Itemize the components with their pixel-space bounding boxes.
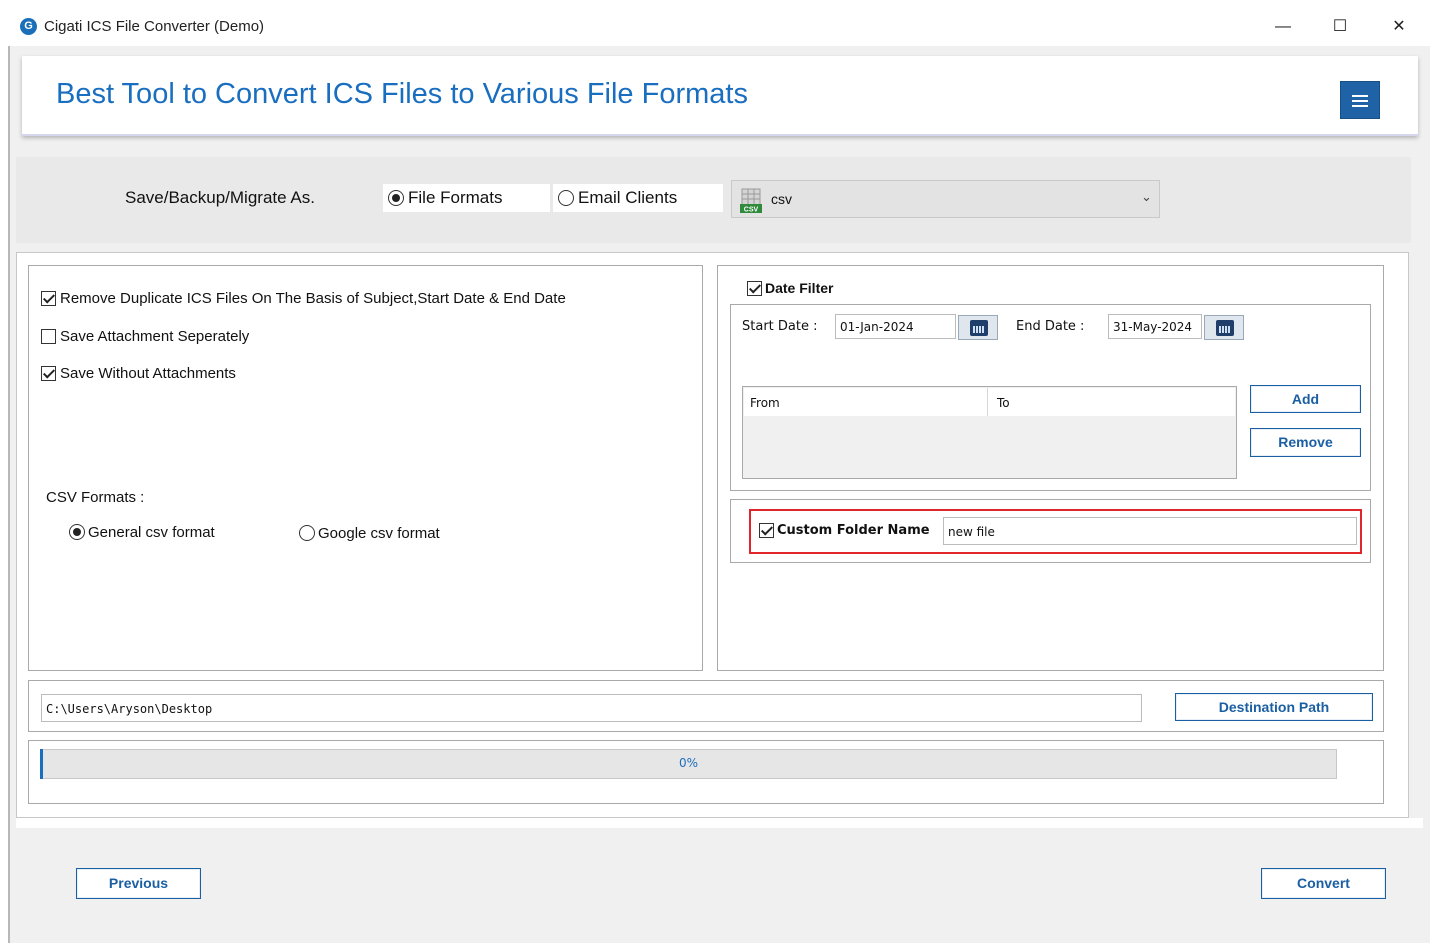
custom-folder-checkbox[interactable]: Custom Folder Name [759,523,930,538]
save-without-attachments-label: Save Without Attachments [60,364,236,382]
app-logo-icon: G [20,18,37,35]
date-filter-label: Date Filter [765,280,834,297]
calendar-icon [970,320,988,336]
checkbox-unchecked-icon [41,328,56,344]
save-as-label: Save/Backup/Migrate As. [125,188,315,207]
chevron-down-icon[interactable]: ⌄ [1141,189,1152,205]
csv-file-icon: CSV [740,188,762,214]
general-csv-label: General csv format [88,523,215,541]
google-csv-label: Google csv format [318,524,440,542]
checkbox-checked-icon [759,523,774,538]
column-divider [987,388,988,416]
end-date-label: End Date : [1016,319,1085,334]
previous-button[interactable]: Previous [76,868,201,899]
calendar-icon [1216,320,1234,336]
checkbox-checked-icon [747,280,762,296]
email-clients-radio[interactable]: Email Clients [553,184,723,212]
maximize-button[interactable]: ☐ [1317,10,1363,44]
email-clients-label: Email Clients [578,188,678,207]
column-header-from: From [750,396,780,410]
window-title: Cigati ICS File Converter (Demo) [44,18,265,35]
radio-selected-icon [388,190,404,206]
general-csv-radio[interactable]: General csv format [69,523,215,541]
checkbox-checked-icon [41,290,56,306]
save-without-attachments-checkbox[interactable]: Save Without Attachments [41,364,236,382]
end-date-picker-button[interactable] [1204,315,1244,340]
csv-formats-label: CSV Formats : [46,489,145,506]
destination-path-button[interactable]: Destination Path [1175,693,1373,721]
destination-path-input[interactable]: C:\Users\Aryson\Desktop [41,694,1142,722]
save-attachment-separately-label: Save Attachment Seperately [60,327,250,345]
format-select[interactable] [731,180,1160,218]
convert-button[interactable]: Convert [1261,868,1386,899]
minimize-button[interactable]: — [1260,10,1306,44]
file-formats-label: File Formats [408,188,503,207]
panel-bottom-strip [16,818,1423,828]
end-date-input[interactable]: 31-May-2024 [1108,314,1202,339]
radio-unselected-icon [299,525,315,542]
custom-folder-label: Custom Folder Name [777,523,930,538]
close-button[interactable]: ✕ [1376,10,1422,44]
csv-icon-text: CSV [744,207,759,214]
hamburger-menu-icon-line [1352,100,1368,102]
date-range-table-header [744,388,1235,416]
remove-button[interactable]: Remove [1250,428,1361,457]
column-header-to: To [997,396,1010,410]
date-filter-checkbox[interactable]: Date Filter [747,279,833,296]
custom-folder-input[interactable]: new file [943,517,1357,545]
hamburger-menu-icon-line [1352,105,1368,107]
file-formats-radio[interactable]: File Formats [383,184,550,212]
add-button[interactable]: Add [1250,385,1361,413]
start-date-input[interactable]: 01-Jan-2024 [835,314,956,339]
page-title: Best Tool to Convert ICS Files to Variou… [56,78,748,110]
progress-text: 0% [679,756,699,770]
save-attachment-separately-checkbox[interactable]: Save Attachment Seperately [41,327,249,345]
checkbox-checked-icon [41,365,56,381]
remove-duplicates-label: Remove Duplicate ICS Files On The Basis … [60,289,566,307]
radio-unselected-icon [558,190,574,206]
progress-bar-fill [40,749,43,779]
radio-selected-icon [69,524,85,541]
format-select-value: csv [771,191,792,207]
remove-duplicates-checkbox[interactable]: Remove Duplicate ICS Files On The Basis … [41,289,566,307]
hamburger-menu-icon [1352,95,1368,97]
conversion-options-box [28,265,703,671]
start-date-label: Start Date : [742,319,818,334]
google-csv-radio[interactable]: Google csv format [299,524,440,542]
hamburger-menu-button[interactable] [1340,81,1380,119]
start-date-picker-button[interactable] [958,315,998,340]
